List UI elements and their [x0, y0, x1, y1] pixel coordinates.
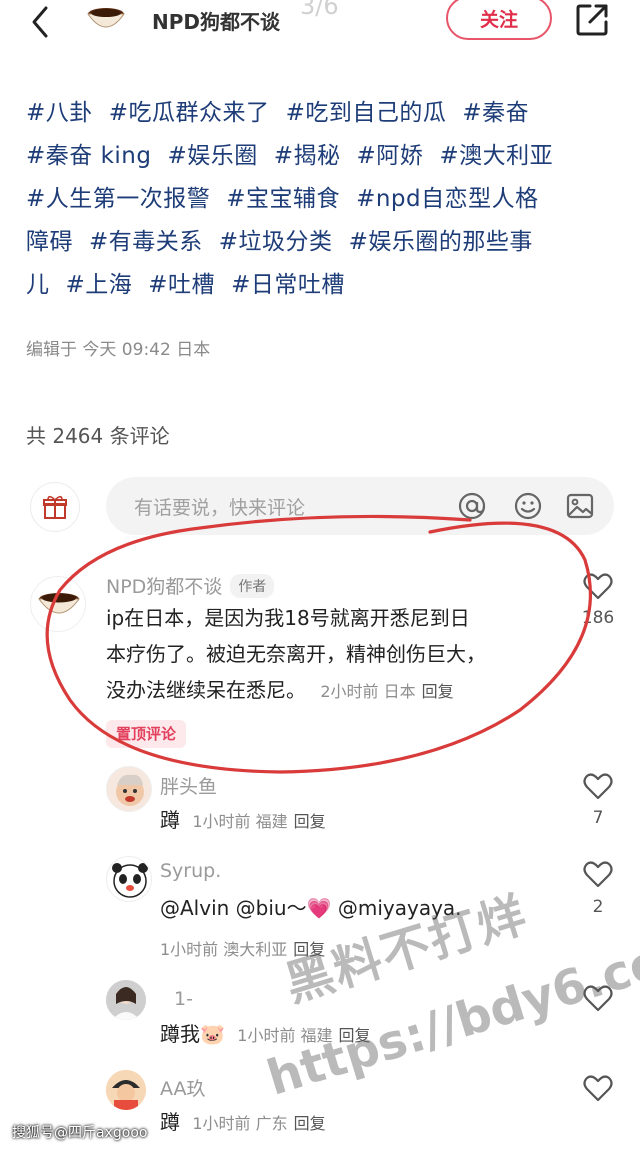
hashtag[interactable]: #npd自恋型人格: [356, 186, 539, 212]
hashtag[interactable]: #揭秘: [274, 143, 341, 169]
comment-author-name[interactable]: 1-: [174, 988, 193, 1010]
tag-line: 障碍 #有毒关系 #垃圾分类 #娱乐圈的那些事: [26, 221, 616, 264]
tag-line: #秦奋 king #娱乐圈 #揭秘 #阿娇 #澳大利亚: [26, 135, 616, 178]
top-bar: NPD狗都不谈 3/6 关注: [0, 0, 640, 48]
comment-meta: 1小时前 福建 回复: [192, 812, 325, 831]
reply-button[interactable]: 回复: [293, 940, 325, 959]
comment-text-line: 没办法继续呆在悉尼。 2小时前 日本 回复: [106, 672, 486, 710]
comment-body: 蹲: [160, 808, 180, 832]
bowl-avatar-icon: [38, 593, 80, 614]
comment-time-location: 1小时前 广东: [192, 1114, 288, 1133]
comment-text: 蹲 1小时前 福建 回复: [160, 802, 326, 840]
hashtag[interactable]: #阿娇: [357, 143, 424, 169]
hashtag[interactable]: #吃到自己的瓜: [286, 100, 447, 126]
comment-author[interactable]: NPD狗都不谈 作者: [106, 572, 275, 599]
hashtag[interactable]: 障碍: [26, 229, 73, 255]
tag-line: 儿 #上海 #吐槽 #日常吐槽: [26, 264, 616, 307]
like-count: 2: [592, 897, 604, 917]
hashtag[interactable]: #吃瓜群众来了: [109, 100, 270, 126]
cartoon-avatar-icon: [106, 1070, 146, 1110]
back-icon[interactable]: [22, 2, 62, 42]
comment-count: 共 2464 条评论: [26, 424, 170, 448]
comment-author-name: NPD狗都不谈: [106, 576, 223, 598]
reply-button[interactable]: 回复: [339, 1026, 371, 1045]
hashtag[interactable]: #有毒关系: [89, 229, 203, 255]
like-count: 7: [592, 808, 604, 828]
comment-text: 蹲 1小时前 广东 回复: [160, 1104, 326, 1142]
heart-icon[interactable]: [583, 772, 613, 800]
comment-input[interactable]: 有话要说，快来评论: [106, 477, 614, 535]
comment-time-location: 2小时前 日本: [320, 682, 416, 701]
at-icon[interactable]: [456, 490, 488, 522]
hashtag[interactable]: #吐槽: [148, 272, 215, 298]
hashtag[interactable]: #娱乐圈: [167, 143, 257, 169]
comment-author-name[interactable]: AA玖: [160, 1074, 206, 1101]
hashtag[interactable]: #八卦: [26, 100, 93, 126]
comment-text: ip在日本，是因为我18号就离开悉尼到日 本疗伤了。被迫无奈离开，精神创伤巨大，…: [106, 600, 486, 710]
hashtag[interactable]: #秦奋 king: [26, 143, 151, 169]
emoji-icon[interactable]: [512, 490, 544, 522]
comment-author-name[interactable]: Syrup.: [160, 860, 221, 882]
pinned-badge: 置顶评论: [106, 720, 187, 748]
face-avatar-icon: [116, 774, 144, 806]
comment-placeholder: 有话要说，快来评论: [134, 497, 306, 519]
hashtag[interactable]: #秦奋: [462, 100, 529, 126]
comment-meta: 1小时前 广东 回复: [192, 1114, 325, 1133]
comment-text-line: 本疗伤了。被迫无奈离开，精神创伤巨大，: [106, 642, 486, 666]
avatar[interactable]: [106, 980, 146, 1020]
hashtag[interactable]: #娱乐圈的那些事: [349, 229, 533, 255]
like-count: 186: [581, 608, 615, 628]
reply-button[interactable]: 回复: [422, 682, 454, 701]
avatar[interactable]: [106, 766, 152, 812]
comment-author-name[interactable]: 胖头鱼: [160, 772, 217, 799]
edit-timestamp: 编辑于 今天 09:42 日本: [26, 340, 211, 360]
page-indicator: 3/6: [300, 0, 339, 20]
source-credit: 搜狐号@四斤axgooo: [12, 1125, 148, 1141]
comment-body: 蹲我🐷: [160, 1022, 225, 1046]
comment-body: @Alvin @biu～💗 @miyayaya.: [160, 896, 462, 920]
tag-line: #人生第一次报警 #宝宝辅食 #npd自恋型人格: [26, 178, 616, 221]
hashtag[interactable]: #日常吐槽: [231, 272, 345, 298]
comment-meta: 1小时前 福建 回复: [237, 1026, 370, 1045]
reply-button[interactable]: 回复: [294, 1114, 326, 1133]
comment-meta: 1小时前 澳大利亚 回复: [160, 936, 325, 960]
follow-button[interactable]: 关注: [446, 0, 552, 40]
hashtag[interactable]: #上海: [66, 272, 133, 298]
author-badge: 作者: [230, 574, 275, 598]
comment-text: 蹲我🐷 1小时前 福建 回复: [160, 1016, 371, 1054]
reply-button[interactable]: 回复: [294, 812, 326, 831]
hashtag[interactable]: #人生第一次报警: [26, 186, 210, 212]
heart-icon[interactable]: [583, 984, 613, 1012]
avatar[interactable]: [30, 576, 86, 632]
comment-text-line: ip在日本，是因为我18号就离开悉尼到日: [106, 606, 470, 630]
share-icon[interactable]: [572, 0, 612, 40]
comment-time-location: 1小时前 福建: [237, 1026, 333, 1045]
comment-text-line-part: 没办法继续呆在悉尼。: [106, 678, 306, 702]
comment-meta: 2小时前 日本 回复: [320, 682, 453, 701]
comment-body: 蹲: [160, 1110, 180, 1134]
hashtag[interactable]: #垃圾分类: [219, 229, 333, 255]
hashtag[interactable]: #澳大利亚: [439, 143, 553, 169]
comment-time-location: 1小时前 福建: [192, 812, 288, 831]
gift-button[interactable]: [30, 482, 80, 532]
avatar[interactable]: [106, 856, 152, 902]
gift-icon: [43, 495, 67, 519]
heart-icon[interactable]: [583, 1074, 613, 1102]
heart-icon[interactable]: [583, 572, 613, 600]
hashtag[interactable]: 儿: [26, 272, 50, 298]
author-name[interactable]: NPD狗都不谈: [152, 6, 280, 35]
hashtag-list: #八卦 #吃瓜群众来了 #吃到自己的瓜 #秦奋 #秦奋 king #娱乐圈 #揭秘 #阿娇 #…: [26, 92, 616, 307]
portrait-avatar-icon: [106, 980, 146, 1020]
image-icon[interactable]: [564, 490, 596, 522]
avatar[interactable]: [106, 1070, 146, 1110]
heart-icon[interactable]: [583, 860, 613, 888]
comment-time-location: 1小时前 澳大利亚: [160, 940, 288, 959]
tag-line: #八卦 #吃瓜群众来了 #吃到自己的瓜 #秦奋: [26, 92, 616, 135]
panda-avatar-icon: [112, 863, 148, 898]
hashtag[interactable]: #宝宝辅食: [226, 186, 340, 212]
bowl-avatar-icon[interactable]: [86, 6, 126, 34]
